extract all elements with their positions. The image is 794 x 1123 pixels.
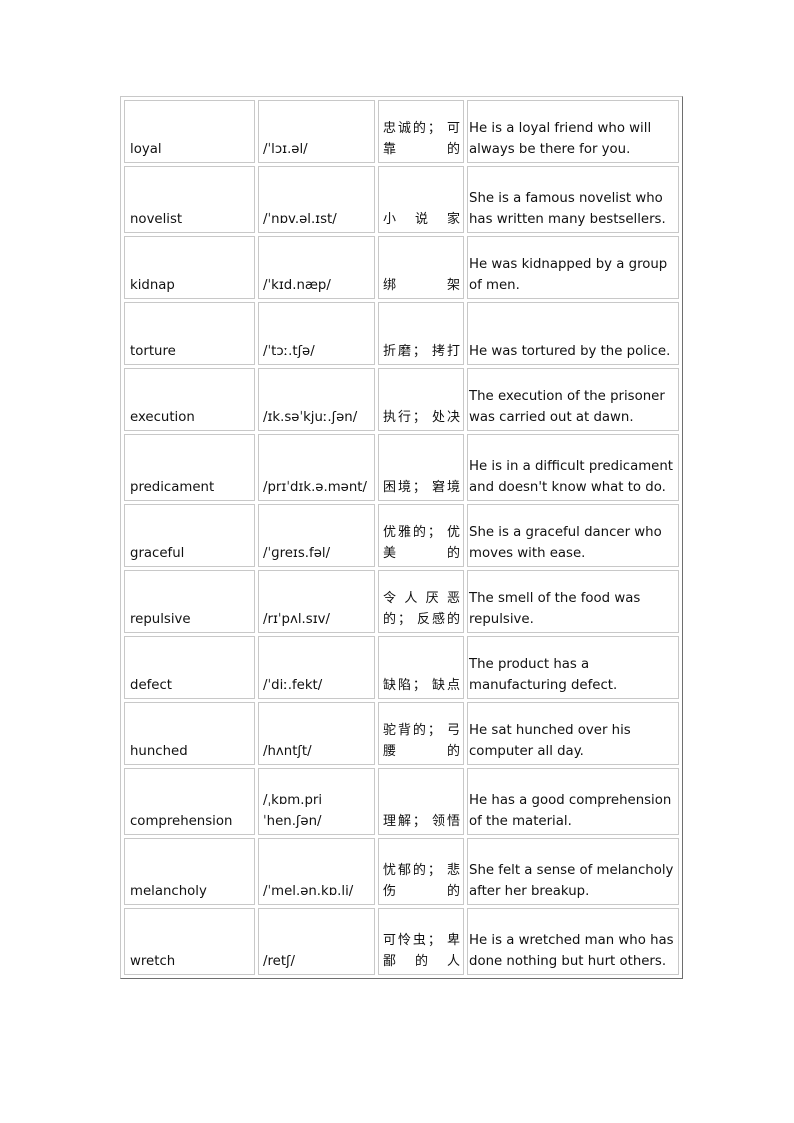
table-row: wretch /retʃ/ 可怜虫； 卑鄙的人 He is a wretched… (124, 908, 679, 975)
word-cell: predicament (124, 434, 255, 501)
example-sentence-cell: He has a good comprehension of the mater… (467, 768, 679, 835)
example-sentence-cell: She is a famous novelist who has written… (467, 166, 679, 233)
phonetic-cell: /ˈkɪd.næp/ (258, 236, 375, 299)
phonetic-cell: /ˈdiː.fekt/ (258, 636, 375, 699)
word-cell: defect (124, 636, 255, 699)
example-sentence-cell: He is in a difficult predicament and doe… (467, 434, 679, 501)
word-cell: graceful (124, 504, 255, 567)
table-row: comprehension /ˌkɒm.priˈhen.ʃən/ 理解； 领悟 … (124, 768, 679, 835)
phonetic-cell: /ˈnɒv.əl.ɪst/ (258, 166, 375, 233)
word-cell: melancholy (124, 838, 255, 905)
word-cell: hunched (124, 702, 255, 765)
chinese-meaning-cell: 理解； 领悟 (378, 768, 464, 835)
table-row: execution /ɪk.səˈkjuː.ʃən/ 执行； 处决 The ex… (124, 368, 679, 431)
chinese-meaning-cell: 小说家 (378, 166, 464, 233)
chinese-meaning-cell: 折磨； 拷打 (378, 302, 464, 365)
table-row: graceful /ˈɡreɪs.fəl/ 优雅的； 优美的 She is a … (124, 504, 679, 567)
phonetic-cell: /rɪˈpʌl.sɪv/ (258, 570, 375, 633)
example-sentence-cell: He is a wretched man who has done nothin… (467, 908, 679, 975)
word-cell: loyal (124, 100, 255, 163)
phonetic-cell: /ˈmel.ən.kɒ.li/ (258, 838, 375, 905)
example-sentence-cell: He sat hunched over his computer all day… (467, 702, 679, 765)
chinese-meaning-cell: 忧郁的； 悲伤的 (378, 838, 464, 905)
chinese-meaning-cell: 可怜虫； 卑鄙的人 (378, 908, 464, 975)
table-row: loyal /ˈlɔɪ.əl/ 忠诚的； 可靠的 He is a loyal f… (124, 100, 679, 163)
chinese-meaning-cell: 优雅的； 优美的 (378, 504, 464, 567)
table-row: predicament /prɪˈdɪk.ə.mənt/ 困境； 窘境 He i… (124, 434, 679, 501)
chinese-meaning-cell: 绑架 (378, 236, 464, 299)
phonetic-cell: /ˌkɒm.priˈhen.ʃən/ (258, 768, 375, 835)
chinese-meaning-cell: 缺陷； 缺点 (378, 636, 464, 699)
word-cell: wretch (124, 908, 255, 975)
phonetic-cell: /ˈɡreɪs.fəl/ (258, 504, 375, 567)
phonetic-cell: /prɪˈdɪk.ə.mənt/ (258, 434, 375, 501)
example-sentence-cell: He was tortured by the police. (467, 302, 679, 365)
chinese-meaning-cell: 执行； 处决 (378, 368, 464, 431)
table-row: torture /ˈtɔː.tʃə/ 折磨； 拷打 He was torture… (124, 302, 679, 365)
word-cell: kidnap (124, 236, 255, 299)
phonetic-cell: /hʌntʃt/ (258, 702, 375, 765)
word-cell: novelist (124, 166, 255, 233)
example-sentence-cell: The product has a manufacturing defect. (467, 636, 679, 699)
word-cell: comprehension (124, 768, 255, 835)
example-sentence-cell: The smell of the food was repulsive. (467, 570, 679, 633)
phonetic-cell: /ˈlɔɪ.əl/ (258, 100, 375, 163)
chinese-meaning-cell: 驼背的； 弓腰的 (378, 702, 464, 765)
phonetic-cell: /retʃ/ (258, 908, 375, 975)
example-sentence-cell: She is a graceful dancer who moves with … (467, 504, 679, 567)
word-cell: torture (124, 302, 255, 365)
example-sentence-cell: He is a loyal friend who will always be … (467, 100, 679, 163)
word-cell: repulsive (124, 570, 255, 633)
example-sentence-cell: He was kidnapped by a group of men. (467, 236, 679, 299)
table-row: kidnap /ˈkɪd.næp/ 绑架 He was kidnapped by… (124, 236, 679, 299)
example-sentence-cell: She felt a sense of melancholy after her… (467, 838, 679, 905)
chinese-meaning-cell: 忠诚的； 可靠的 (378, 100, 464, 163)
example-sentence-cell: The execution of the prisoner was carrie… (467, 368, 679, 431)
table-row: melancholy /ˈmel.ən.kɒ.li/ 忧郁的； 悲伤的 She … (124, 838, 679, 905)
chinese-meaning-cell: 令人厌恶的； 反感的 (378, 570, 464, 633)
phonetic-cell: /ˈtɔː.tʃə/ (258, 302, 375, 365)
table-row: novelist /ˈnɒv.əl.ɪst/ 小说家 She is a famo… (124, 166, 679, 233)
vocabulary-table: loyal /ˈlɔɪ.əl/ 忠诚的； 可靠的 He is a loyal f… (120, 96, 683, 979)
vocabulary-table-body: loyal /ˈlɔɪ.əl/ 忠诚的； 可靠的 He is a loyal f… (124, 100, 679, 975)
table-row: hunched /hʌntʃt/ 驼背的； 弓腰的 He sat hunched… (124, 702, 679, 765)
chinese-meaning-cell: 困境； 窘境 (378, 434, 464, 501)
phonetic-cell: /ɪk.səˈkjuː.ʃən/ (258, 368, 375, 431)
word-cell: execution (124, 368, 255, 431)
table-row: defect /ˈdiː.fekt/ 缺陷； 缺点 The product ha… (124, 636, 679, 699)
table-row: repulsive /rɪˈpʌl.sɪv/ 令人厌恶的； 反感的 The sm… (124, 570, 679, 633)
